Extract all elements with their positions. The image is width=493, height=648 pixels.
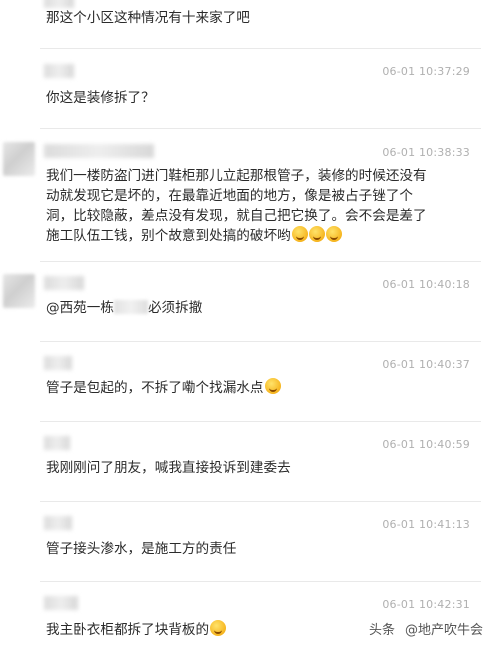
commenter-name-blurred [44, 356, 72, 370]
grin-emoji-icon [291, 226, 308, 242]
divider [40, 421, 481, 422]
mention-blurred [113, 300, 148, 314]
comment-text: 我刚刚问了朋友，喊我直接投诉到建委去 [46, 460, 291, 476]
comment-timestamp: 06-01 10:40:37 [382, 358, 470, 371]
watermark: 头条 @地产吹牛会 [368, 623, 483, 638]
sleepy-emoji-icon [210, 620, 227, 636]
mention-link[interactable]: @西苑一栋 [46, 300, 114, 316]
commenter-name-blurred [44, 0, 74, 8]
comment-text: 我主卧衣柜都拆了块背板的 [46, 620, 227, 640]
comment-text-line: 施工队伍工钱，别个故意到处搞的破坏哟 [46, 226, 427, 246]
comment-text: 管子接头渗水，是施工方的责任 [46, 541, 237, 557]
commenter-name-blurred [44, 64, 74, 78]
commenter-name-blurred [44, 276, 84, 290]
comment-timestamp: 06-01 10:38:33 [382, 146, 470, 159]
comment-timestamp: 06-01 10:40:59 [382, 438, 470, 451]
avatar[interactable] [3, 274, 35, 308]
comment-text: 我们一楼防盗门进门鞋柜那儿立起那根管子，装修的时候还没有 动就发现它是坏的，在最… [46, 166, 427, 246]
comment-text-line: 我们一楼防盗门进门鞋柜那儿立起那根管子，装修的时候还没有 [46, 168, 427, 184]
comment-text: 那这个小区这种情况有十来家了吧 [46, 10, 250, 26]
grin-emoji-icon [308, 226, 325, 242]
divider [40, 261, 481, 262]
divider [40, 501, 481, 502]
comment-timestamp: 06-01 10:42:31 [382, 598, 470, 611]
divider [40, 341, 481, 342]
sweat-emoji-icon [264, 378, 281, 394]
divider [40, 48, 481, 49]
grin-emoji-icon [325, 226, 342, 242]
commenter-name-blurred [44, 516, 72, 530]
comment-timestamp: 06-01 10:41:13 [382, 518, 470, 531]
divider [40, 128, 481, 129]
avatar[interactable] [3, 142, 35, 176]
comment-timestamp: 06-01 10:37:29 [382, 65, 470, 78]
commenter-name-blurred [44, 436, 70, 450]
comment-text: 你这是装修拆了？ [46, 90, 155, 106]
comment-text: 管子是包起的，不拆了嘞个找漏水点 [46, 378, 281, 398]
commenter-name-blurred [44, 596, 78, 610]
comment-timestamp: 06-01 10:40:18 [382, 278, 470, 291]
comment-text: @西苑一栋 必须拆撤 [46, 300, 203, 316]
commenter-name-blurred [44, 144, 154, 158]
comment-text-line: 洞，比较隐蔽，差点没有发现，就自己把它换了。会不会是差了 [46, 208, 427, 224]
comment-text-line: 动就发现它是坏的，在最靠近地面的地方，像是被占子锉了个 [46, 188, 414, 204]
divider [40, 581, 481, 582]
